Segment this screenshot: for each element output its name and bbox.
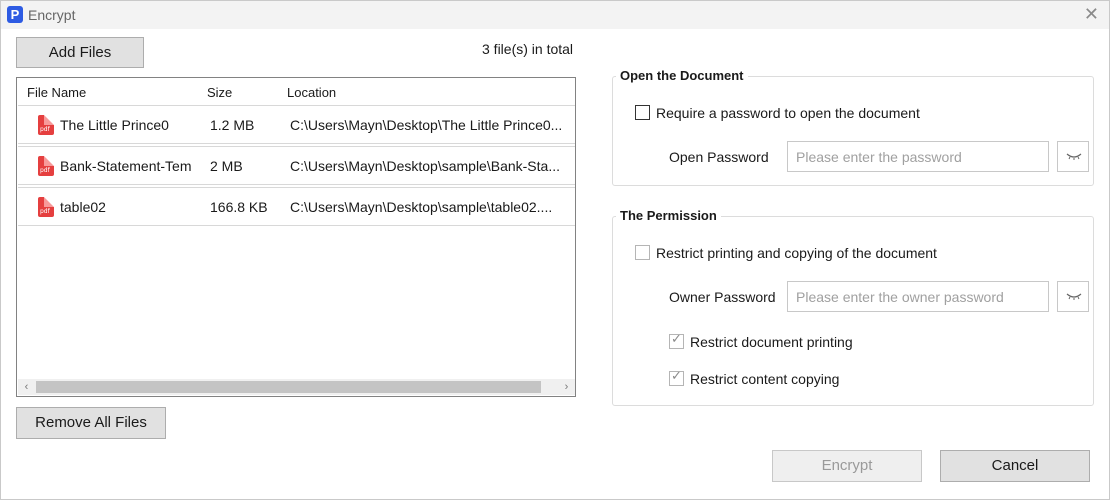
add-files-button[interactable]: Add Files (16, 37, 144, 68)
open-password-label: Open Password (669, 149, 769, 165)
table-row[interactable]: The Little Prince0 1.2 MB C:\Users\Mayn\… (18, 105, 575, 144)
file-name: table02 (60, 199, 106, 215)
file-size: 1.2 MB (210, 117, 255, 133)
file-list[interactable]: File Name Size Location The Little Princ… (16, 77, 576, 397)
restrict-printing-copying-checkbox[interactable] (635, 245, 650, 260)
permission-title: The Permission (616, 208, 721, 223)
remove-all-files-button[interactable]: Remove All Files (16, 407, 166, 439)
horizontal-scrollbar[interactable]: ‹ › (18, 379, 575, 395)
file-location: C:\Users\Mayn\Desktop\The Little Prince0… (290, 117, 563, 133)
restrict-printing-copying-label[interactable]: Restrict printing and copying of the doc… (656, 245, 937, 261)
encrypt-button[interactable]: Encrypt (772, 450, 922, 482)
file-name: The Little Prince0 (60, 117, 169, 133)
app-logo-icon: P (7, 6, 23, 23)
open-password-input[interactable] (787, 141, 1049, 172)
cancel-button[interactable]: Cancel (940, 450, 1090, 482)
require-password-label[interactable]: Require a password to open the document (656, 105, 920, 121)
owner-password-label: Owner Password (669, 289, 776, 305)
pdf-file-icon (38, 115, 54, 135)
pdf-file-icon (38, 197, 54, 217)
file-size: 2 MB (210, 158, 243, 174)
restrict-content-copying-checkbox[interactable] (669, 369, 684, 386)
restrict-content-copying-label[interactable]: Restrict content copying (690, 371, 839, 387)
pdf-file-icon (38, 156, 54, 176)
file-count-label: 3 file(s) in total (482, 41, 574, 57)
window-title: Encrypt (28, 7, 76, 23)
file-location: C:\Users\Mayn\Desktop\sample\table02.... (290, 199, 553, 215)
table-row[interactable]: Bank-Statement-Tem 2 MB C:\Users\Mayn\De… (18, 146, 575, 185)
show-owner-password-button[interactable] (1057, 281, 1089, 312)
scrollbar-thumb[interactable] (36, 381, 541, 393)
owner-password-input[interactable] (787, 281, 1049, 312)
close-icon[interactable]: ✕ (1084, 5, 1099, 23)
encrypt-dialog: P Encrypt ✕ Add Files 3 file(s) in total… (0, 0, 1110, 500)
open-document-title: Open the Document (616, 68, 748, 83)
title-bar: P Encrypt ✕ (1, 1, 1109, 29)
restrict-document-printing-label[interactable]: Restrict document printing (690, 334, 853, 350)
file-name: Bank-Statement-Tem (60, 158, 192, 174)
column-header-location[interactable]: Location (287, 85, 336, 100)
table-row[interactable]: table02 166.8 KB C:\Users\Mayn\Desktop\s… (18, 187, 575, 226)
scroll-left-icon[interactable]: ‹ (18, 379, 35, 395)
file-size: 166.8 KB (210, 199, 268, 215)
show-open-password-button[interactable] (1057, 141, 1089, 172)
column-header-size[interactable]: Size (207, 85, 232, 100)
scroll-right-icon[interactable]: › (558, 379, 575, 395)
restrict-document-printing-checkbox[interactable] (669, 332, 684, 349)
eye-closed-icon (1066, 153, 1082, 160)
file-location: C:\Users\Mayn\Desktop\sample\Bank-Sta... (290, 158, 560, 174)
column-header-name[interactable]: File Name (27, 85, 86, 100)
eye-closed-icon (1066, 293, 1082, 300)
require-password-checkbox[interactable] (635, 105, 650, 120)
